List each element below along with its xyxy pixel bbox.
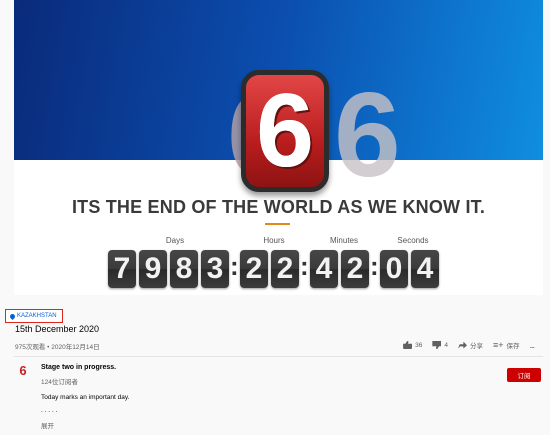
colon-separator: :: [370, 251, 379, 281]
location-pin-icon: [8, 312, 17, 320]
channel-six-logo: 6: [241, 70, 329, 192]
like-count: 36: [415, 341, 423, 349]
video-title: 15th December 2020: [15, 324, 100, 334]
thumbs-down-icon: [432, 341, 442, 349]
digit-seconds-1: 0: [380, 250, 408, 288]
channel-name[interactable]: Stage two in progress.: [41, 364, 116, 371]
location-label: KAZAKHSTAN: [17, 313, 57, 319]
digit-seconds-2: 4: [411, 250, 439, 288]
share-label: 分享: [469, 343, 483, 350]
digit-days-2: 9: [139, 250, 167, 288]
label-minutes: Minutes: [329, 236, 358, 245]
share-button[interactable]: 分享: [457, 340, 483, 350]
action-bar: 36 4 分享 ≡+ 保存 ...: [403, 340, 535, 350]
digit-days-1: 7: [108, 250, 136, 288]
location-link[interactable]: KAZAKHSTAN: [5, 309, 63, 323]
dislike-button[interactable]: 4: [432, 341, 448, 349]
digit-days-4: 3: [201, 250, 229, 288]
channel-avatar[interactable]: 6: [18, 364, 28, 378]
dislike-count: 4: [444, 341, 448, 349]
video-headline: ITS THE END OF THE WORLD AS WE KNOW IT.: [71, 197, 486, 217]
big-numeral: 6: [256, 73, 314, 189]
ghost-numeral-right: 6: [334, 68, 401, 202]
digit-hours-2: 2: [271, 250, 299, 288]
share-icon: [457, 341, 467, 349]
more-icon: ...: [529, 340, 534, 350]
video-meta: 975次观看 • 2020年12月14日: [15, 344, 100, 351]
show-more-link[interactable]: 展开: [41, 420, 54, 430]
subscriber-count: 124位订阅者: [41, 379, 78, 386]
save-button[interactable]: ≡+ 保存: [493, 340, 520, 350]
save-icon: ≡+: [492, 340, 504, 350]
digit-minutes-1: 4: [310, 250, 338, 288]
save-label: 保存: [506, 343, 520, 350]
headline-rule: [265, 223, 290, 225]
digit-days-3: 8: [170, 250, 198, 288]
digit-hours-1: 2: [240, 250, 268, 288]
subscribe-button[interactable]: 订阅: [507, 368, 541, 382]
colon-separator: :: [300, 251, 309, 281]
more-button[interactable]: ...: [529, 340, 534, 350]
description-line-1: Today marks an important day.: [41, 394, 130, 401]
label-days: Days: [165, 236, 185, 245]
like-button[interactable]: 36: [403, 341, 422, 349]
video-player[interactable]: 6 6 6 ITS THE END OF THE WORLD AS WE KNO…: [14, 0, 543, 295]
divider: [14, 356, 543, 357]
digit-minutes-2: 2: [341, 250, 369, 288]
thumbs-up-icon: [403, 341, 413, 349]
label-seconds: Seconds: [397, 236, 429, 245]
colon-separator: :: [230, 251, 239, 281]
label-hours: Hours: [263, 236, 285, 245]
description-line-2: . . . . .: [41, 407, 58, 414]
